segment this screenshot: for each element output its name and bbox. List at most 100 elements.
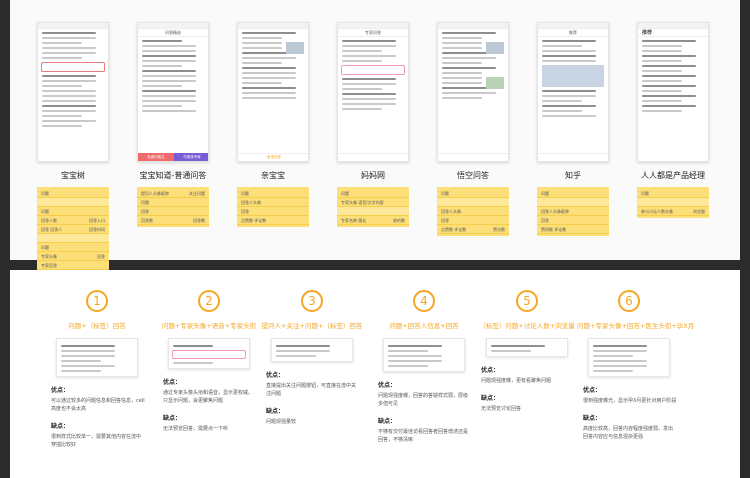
pros-label: 优点： [266,372,285,379]
app-name: 宝宝知道-普通问答 [139,171,207,180]
pros-label: 优点： [481,367,500,374]
option-column: 1 问题+（标签）回答 优点： 可以通过较多的问题信息和回答信息，cell高度也… [45,290,149,449]
option-title: （标签）问题+讨论人数+浏览量 [479,322,575,330]
structure-row: 回答 [437,216,509,225]
cons-label: 缺点： [51,423,70,430]
structure-row: 问题 [637,189,709,198]
phone-screenshot: 推荐 [537,22,609,162]
pros-text: 问题现强度曝，更有看聚焦问题 [481,378,552,384]
phone-screenshot: 专家问答 [337,22,409,162]
phone-nav-title: 推荐 [638,29,708,37]
qa-tab[interactable]: 宝宝问答 [256,153,292,161]
app-column: 宝宝树 问题 问题 回答人数 回答入口 回答 回答人 回答时间 问题 专家头像 回答 … [37,22,109,281]
structure-row: 回答 [137,207,209,216]
cons-label: 缺点： [378,418,397,425]
info-structure-box: 问题 参与讨论人数头像 浏览量 [637,187,709,218]
info-structure-box: 问题 回答人头像 回答 点赞数 评论数 [237,187,309,227]
option-title: 问题+（标签）回答 [68,322,126,330]
app-name: 知乎 [565,171,581,180]
option-card-preview [168,338,250,369]
cons-text: 很到样式比较单一，需要其他内容在流中穿插比较好 [51,434,142,448]
app-name: 宝宝树 [61,171,85,180]
option-title: 问题+专家头像+回答+医生头衔+孕X月 [577,322,695,330]
app-name: 人人都是产品经理 [641,171,705,180]
option-number: 3 [301,290,323,312]
structure-row: 问题 [37,189,109,198]
structure-row: 问题 [537,189,609,198]
pros-text: 可以通过较多的问题信息和回答信息，cell高度也不会太高 [51,398,145,412]
option-title: 提问人+关注+问题+（标签）回答 [261,322,363,330]
pros-label: 优点： [378,382,397,389]
structure-row: 问题 [137,198,209,207]
phone-screenshot: 推荐 [637,22,709,162]
structure-row: 提问人头像昵称 关注问题 [137,189,209,198]
cons-text: 不够有交付最佳访看回答者回答增述还是回答，不够清晰 [378,429,469,443]
app-name: 悟空问答 [457,171,489,180]
phone-nav-title: 问答精选 [138,29,208,37]
structure-row: 问题 [37,243,109,252]
cons-text: 无法预览回答，需要点一下听 [163,426,229,432]
structure-row: 专家头像 回答 [37,252,109,261]
structure-row [537,198,609,207]
paid-expert-button[interactable]: 付费找专家 [174,153,208,161]
structure-row: 问题 [337,189,409,198]
pros-text: 通过专家头像头衔和语音，显示更权威。只显示问题，会更聚焦问题 [163,390,254,404]
app-column: 推荐 人人都是产品经理 问题 参与讨论人数头像 浏览量 [637,22,709,218]
pros-label: 优点： [163,379,182,386]
app-column: 悟空问答 问题 回答人头像 回答 点赞数 评论数 赞次数 [437,22,509,236]
option-title: 问题+回答人信息+回答 [389,322,459,330]
structure-row: 专家头像 语音/文字内容 [337,198,409,207]
app-name: 妈妈网 [361,171,385,180]
structure-row: 参与讨论人数头像 浏览量 [637,207,709,216]
option-number: 1 [86,290,108,312]
phone-nav-title: 专家问答 [338,29,408,37]
ask-doctor-button[interactable]: 免费问医生 [138,153,174,161]
pros-label: 优点： [51,387,70,394]
option-card-preview [383,338,465,372]
cons-label: 缺点： [481,395,500,402]
option-title: 问题+专家头像+语音+专家头衔 [161,322,257,330]
cons-text: 无法预览讨论回答 [481,406,522,412]
option-number: 2 [198,290,220,312]
option-number: 4 [413,290,435,312]
cons-text: 高度比较高，回答内容程度强度弱，发出回答内容应与信息混杂更强 [583,426,674,440]
structure-row: 点赞数 评论数 赞次数 [437,225,509,234]
info-structure-box: 问题 专家头像 语音/文字内容 专家名称 擅长 收听数 [337,187,409,227]
cons-label: 缺点： [266,408,285,415]
structure-row: 回答人头像昵称 [537,207,609,216]
cons-text: 问题现强量较 [266,419,297,425]
structure-row: 回答人数 回答入口 [37,216,109,225]
watermark-text: 白曼B端设计 [637,452,740,472]
structure-row [437,198,509,207]
pros-text: 问题现强度曝，回答的答疑样式弱，层级多但可见 [378,393,469,407]
pros-text: 直接提出关注问题按钮，可直接在流中关注问题 [266,383,357,397]
phone-screenshot: 宝宝问答 [237,22,309,162]
option-card-preview [486,338,568,357]
phone-screenshot: 问答精选 免费问医生 付费找专家 [137,22,209,162]
structure-row: 问题 [237,189,309,198]
structure-row: 问题 [437,189,509,198]
phone-nav-title: 推荐 [538,29,608,37]
option-column: 6 问题+专家头像+回答+医生头衔+孕X月 优点： 很到强度曝光，显示孕X月更针… [577,290,695,441]
structure-row: 专家回答 [37,261,109,270]
structure-row [37,234,109,243]
structure-row: 赞同数 评论数 [537,225,609,234]
design-options-panel: 1 问题+（标签）回答 优点： 可以通过较多的问题信息和回答信息，cell高度也… [10,270,740,478]
option-number: 6 [618,290,640,312]
cons-label: 缺点： [583,415,602,422]
app-column: 专家问答 妈妈网 问题 专家头像 语音/文字内容 专家名称 擅长 收听数 [337,22,409,227]
pros-label: 优点： [583,387,602,394]
app-name: 亲宝宝 [261,171,285,180]
pros-text: 很到强度曝光，显示孕X月更针对用户阶段 [583,398,677,404]
structure-row: 回答 [537,216,609,225]
app-column: 问答精选 免费问医生 付费找专家 宝宝知道-普通问答 提问人头像昵称 关注问题 问… [137,22,209,227]
structure-row: 点赞数 评论数 [237,216,309,225]
info-structure-box: 问题 问题 回答人数 回答入口 回答 回答人 回答时间 问题 专家头像 回答 专家回答… [37,187,109,281]
app-column: 推荐 知乎 问题 回答人头像昵称 回答 赞同数 评论数 [537,22,609,236]
structure-row [37,198,109,207]
structure-row: 回答 回答人 回答时间 [37,225,109,234]
structure-row: 回答 [237,207,309,216]
structure-row: 回答数 回答数 [137,216,209,225]
option-column: 4 问题+回答人信息+回答 优点： 问题现强度曝，回答的答疑样式弱，层级多但可见… [372,290,476,444]
info-structure-box: 问题 回答人头像昵称 回答 赞同数 评论数 [537,187,609,236]
